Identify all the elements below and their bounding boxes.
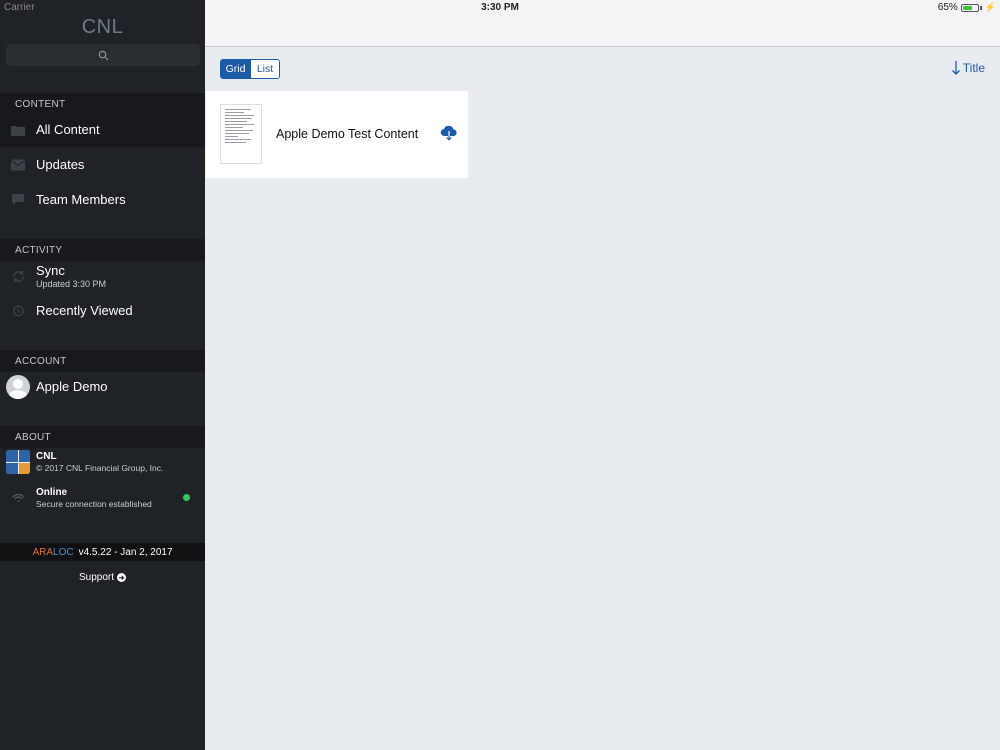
sync-icon [10, 268, 26, 284]
content-card[interactable]: Apple Demo Test Content [206, 91, 468, 178]
chat-bubble-icon [10, 193, 26, 207]
connection-status-row: Online Secure connection established [0, 487, 205, 509]
avatar [6, 374, 30, 399]
sidebar-item-updates[interactable]: Updates [0, 147, 205, 182]
sync-subtitle: Updated 3:30 PM [36, 279, 107, 289]
folder-icon [10, 123, 26, 137]
account-name: Apple Demo [36, 379, 108, 394]
sort-button[interactable]: Title [951, 61, 985, 75]
about-copyright: © 2017 CNL Financial Group, Inc. [36, 463, 164, 473]
view-toggle: Grid List [220, 59, 280, 79]
sidebar-item-team-members[interactable]: Team Members [0, 182, 205, 217]
content-title: Apple Demo Test Content [276, 127, 419, 141]
view-toggle-grid[interactable]: Grid [221, 60, 250, 78]
battery-indicator: 65% ⚡ [938, 2, 996, 13]
sidebar-item-label: Updates [36, 157, 85, 172]
sidebar-item-recently-viewed[interactable]: Recently Viewed [0, 293, 205, 328]
online-status-dot [183, 494, 190, 501]
view-toggle-list[interactable]: List [250, 60, 279, 78]
history-icon [10, 304, 26, 318]
sidebar-item-account[interactable]: Apple Demo [0, 369, 205, 404]
brand-loc: LOC [53, 546, 74, 558]
envelope-icon [10, 158, 26, 172]
sidebar-item-label: Team Members [36, 192, 126, 207]
support-label: Support [78, 572, 115, 583]
wifi-icon [6, 493, 30, 503]
arrow-down-icon [951, 61, 960, 75]
connection-status: Online [36, 487, 68, 498]
support-link[interactable]: Support ➜ [0, 572, 205, 583]
document-thumbnail [220, 104, 262, 164]
search-icon [98, 50, 109, 61]
version-bar: ARALOC v4.5.22 - Jan 2, 2017 [0, 543, 205, 561]
sort-label: Title [962, 61, 985, 75]
charging-icon: ⚡ [984, 2, 996, 12]
sidebar-item-sync[interactable]: Sync Updated 3:30 PM [0, 258, 205, 294]
clock: 3:30 PM [481, 2, 519, 13]
sidebar-item-all-content[interactable]: All Content [0, 112, 205, 147]
brand-title: CNL [81, 16, 124, 38]
version-text: v4.5.22 - Jan 2, 2017 [78, 546, 173, 558]
brand-ara: ARA [32, 546, 54, 558]
cnl-logo-icon [6, 450, 30, 474]
sidebar-item-label: All Content [36, 122, 100, 137]
about-app-row: CNL © 2017 CNL Financial Group, Inc. [0, 450, 205, 474]
status-bar: Carrier 3:30 PM 65% ⚡ [0, 0, 1000, 16]
search-input[interactable] [6, 44, 200, 66]
connection-detail: Secure connection established [36, 499, 152, 509]
section-header-about: ABOUT [0, 426, 205, 448]
about-app-name: CNL [36, 451, 57, 462]
sidebar-item-label: Recently Viewed [36, 303, 133, 318]
sidebar: CNL CONTENT All Content Updates Team Mem… [0, 0, 205, 750]
battery-percent: 65% [937, 2, 958, 13]
arrow-right-circle-icon: ➜ [117, 573, 127, 582]
sync-label: Sync [36, 263, 65, 278]
battery-icon [960, 3, 979, 12]
cloud-download-icon[interactable] [440, 125, 458, 141]
